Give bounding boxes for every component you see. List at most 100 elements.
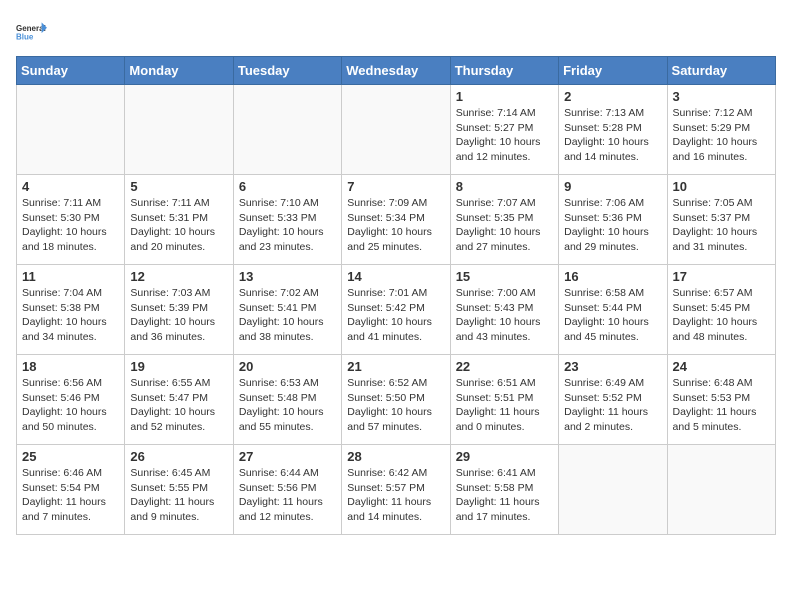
day-detail: Sunrise: 7:11 AM Sunset: 5:30 PM Dayligh…: [22, 196, 119, 255]
day-number: 25: [22, 449, 119, 464]
calendar-cell: 20 Sunrise: 6:53 AM Sunset: 5:48 PM Dayli…: [233, 355, 341, 445]
calendar-cell: 24 Sunrise: 6:48 AM Sunset: 5:53 PM Dayli…: [667, 355, 775, 445]
calendar-cell: [17, 85, 125, 175]
calendar-week-row: 1Sunrise: 7:14 AM Sunset: 5:27 PM Daylig…: [17, 85, 776, 175]
calendar-cell: 1Sunrise: 7:14 AM Sunset: 5:27 PM Daylig…: [450, 85, 558, 175]
day-number: 16: [564, 269, 661, 284]
calendar-week-row: 25 Sunrise: 6:46 AM Sunset: 5:54 PM Dayli…: [17, 445, 776, 535]
day-detail: Sunrise: 7:10 AM Sunset: 5:33 PM Dayligh…: [239, 196, 336, 255]
svg-text:General: General: [16, 24, 46, 33]
weekday-header: Thursday: [450, 57, 558, 85]
calendar-cell: 19 Sunrise: 6:55 AM Sunset: 5:47 PM Dayli…: [125, 355, 233, 445]
day-number: 24: [673, 359, 770, 374]
day-detail: Sunrise: 7:09 AM Sunset: 5:34 PM Dayligh…: [347, 196, 444, 255]
day-detail: Sunrise: 6:41 AM Sunset: 5:58 PM Dayligh…: [456, 466, 553, 525]
calendar-cell: 18Sunrise: 6:56 AM Sunset: 5:46 PM Dayli…: [17, 355, 125, 445]
day-detail: Sunrise: 7:11 AM Sunset: 5:31 PM Dayligh…: [130, 196, 227, 255]
weekday-header: Monday: [125, 57, 233, 85]
calendar-cell: 15 Sunrise: 7:00 AM Sunset: 5:43 PM Dayli…: [450, 265, 558, 355]
calendar-cell: 3 Sunrise: 7:12 AM Sunset: 5:29 PM Daylig…: [667, 85, 775, 175]
day-detail: Sunrise: 7:03 AM Sunset: 5:39 PM Dayligh…: [130, 286, 227, 345]
day-number: 28: [347, 449, 444, 464]
calendar-cell: 21 Sunrise: 6:52 AM Sunset: 5:50 PM Dayli…: [342, 355, 450, 445]
day-number: 17: [673, 269, 770, 284]
calendar-cell: 13 Sunrise: 7:02 AM Sunset: 5:41 PM Dayli…: [233, 265, 341, 355]
calendar-week-row: 11 Sunrise: 7:04 AM Sunset: 5:38 PM Dayli…: [17, 265, 776, 355]
day-number: 20: [239, 359, 336, 374]
day-detail: Sunrise: 6:53 AM Sunset: 5:48 PM Dayligh…: [239, 376, 336, 435]
calendar-cell: [233, 85, 341, 175]
logo-icon: GeneralBlue: [16, 16, 48, 48]
day-number: 12: [130, 269, 227, 284]
day-number: 18: [22, 359, 119, 374]
calendar-cell: 9 Sunrise: 7:06 AM Sunset: 5:36 PM Daylig…: [559, 175, 667, 265]
calendar-cell: 25 Sunrise: 6:46 AM Sunset: 5:54 PM Dayli…: [17, 445, 125, 535]
day-number: 11: [22, 269, 119, 284]
day-number: 15: [456, 269, 553, 284]
calendar-cell: 28 Sunrise: 6:42 AM Sunset: 5:57 PM Dayli…: [342, 445, 450, 535]
page-header: GeneralBlue: [16, 16, 776, 48]
day-number: 4: [22, 179, 119, 194]
day-number: 2: [564, 89, 661, 104]
calendar-cell: 17 Sunrise: 6:57 AM Sunset: 5:45 PM Dayli…: [667, 265, 775, 355]
day-detail: Sunrise: 7:06 AM Sunset: 5:36 PM Dayligh…: [564, 196, 661, 255]
calendar-cell: 16 Sunrise: 6:58 AM Sunset: 5:44 PM Dayli…: [559, 265, 667, 355]
calendar-cell: [559, 445, 667, 535]
day-number: 3: [673, 89, 770, 104]
day-detail: Sunrise: 6:49 AM Sunset: 5:52 PM Dayligh…: [564, 376, 661, 435]
day-number: 5: [130, 179, 227, 194]
weekday-header: Wednesday: [342, 57, 450, 85]
day-detail: Sunrise: 6:57 AM Sunset: 5:45 PM Dayligh…: [673, 286, 770, 345]
calendar-cell: 4 Sunrise: 7:11 AM Sunset: 5:30 PM Daylig…: [17, 175, 125, 265]
logo: GeneralBlue: [16, 16, 48, 48]
day-detail: Sunrise: 7:14 AM Sunset: 5:27 PM Dayligh…: [456, 106, 553, 165]
calendar-cell: 14 Sunrise: 7:01 AM Sunset: 5:42 PM Dayli…: [342, 265, 450, 355]
day-detail: Sunrise: 6:52 AM Sunset: 5:50 PM Dayligh…: [347, 376, 444, 435]
calendar-cell: [667, 445, 775, 535]
calendar-cell: 12 Sunrise: 7:03 AM Sunset: 5:39 PM Dayli…: [125, 265, 233, 355]
day-number: 9: [564, 179, 661, 194]
weekday-header: Sunday: [17, 57, 125, 85]
day-detail: Sunrise: 6:46 AM Sunset: 5:54 PM Dayligh…: [22, 466, 119, 525]
day-number: 8: [456, 179, 553, 194]
calendar-cell: [342, 85, 450, 175]
calendar-cell: 8Sunrise: 7:07 AM Sunset: 5:35 PM Daylig…: [450, 175, 558, 265]
day-detail: Sunrise: 6:45 AM Sunset: 5:55 PM Dayligh…: [130, 466, 227, 525]
day-number: 27: [239, 449, 336, 464]
calendar-cell: 5 Sunrise: 7:11 AM Sunset: 5:31 PM Daylig…: [125, 175, 233, 265]
calendar-week-row: 4 Sunrise: 7:11 AM Sunset: 5:30 PM Daylig…: [17, 175, 776, 265]
day-number: 6: [239, 179, 336, 194]
day-detail: Sunrise: 6:51 AM Sunset: 5:51 PM Dayligh…: [456, 376, 553, 435]
calendar-table: SundayMondayTuesdayWednesdayThursdayFrid…: [16, 56, 776, 535]
calendar-cell: 22 Sunrise: 6:51 AM Sunset: 5:51 PM Dayli…: [450, 355, 558, 445]
svg-text:Blue: Blue: [16, 32, 34, 41]
weekday-header: Tuesday: [233, 57, 341, 85]
day-number: 13: [239, 269, 336, 284]
weekday-header: Saturday: [667, 57, 775, 85]
calendar-cell: 10Sunrise: 7:05 AM Sunset: 5:37 PM Dayli…: [667, 175, 775, 265]
day-detail: Sunrise: 7:12 AM Sunset: 5:29 PM Dayligh…: [673, 106, 770, 165]
day-detail: Sunrise: 6:58 AM Sunset: 5:44 PM Dayligh…: [564, 286, 661, 345]
calendar-cell: 7Sunrise: 7:09 AM Sunset: 5:34 PM Daylig…: [342, 175, 450, 265]
day-number: 10: [673, 179, 770, 194]
day-number: 19: [130, 359, 227, 374]
calendar-cell: 11 Sunrise: 7:04 AM Sunset: 5:38 PM Dayli…: [17, 265, 125, 355]
calendar-cell: 6 Sunrise: 7:10 AM Sunset: 5:33 PM Daylig…: [233, 175, 341, 265]
day-number: 23: [564, 359, 661, 374]
day-number: 22: [456, 359, 553, 374]
day-detail: Sunrise: 6:42 AM Sunset: 5:57 PM Dayligh…: [347, 466, 444, 525]
day-detail: Sunrise: 6:48 AM Sunset: 5:53 PM Dayligh…: [673, 376, 770, 435]
day-detail: Sunrise: 6:55 AM Sunset: 5:47 PM Dayligh…: [130, 376, 227, 435]
day-number: 14: [347, 269, 444, 284]
day-detail: Sunrise: 7:04 AM Sunset: 5:38 PM Dayligh…: [22, 286, 119, 345]
calendar-cell: [125, 85, 233, 175]
day-detail: Sunrise: 7:13 AM Sunset: 5:28 PM Dayligh…: [564, 106, 661, 165]
weekday-header: Friday: [559, 57, 667, 85]
day-detail: Sunrise: 7:01 AM Sunset: 5:42 PM Dayligh…: [347, 286, 444, 345]
day-number: 29: [456, 449, 553, 464]
day-detail: Sunrise: 7:02 AM Sunset: 5:41 PM Dayligh…: [239, 286, 336, 345]
day-detail: Sunrise: 7:00 AM Sunset: 5:43 PM Dayligh…: [456, 286, 553, 345]
day-number: 21: [347, 359, 444, 374]
calendar-header-row: SundayMondayTuesdayWednesdayThursdayFrid…: [17, 57, 776, 85]
calendar-cell: 26Sunrise: 6:45 AM Sunset: 5:55 PM Dayli…: [125, 445, 233, 535]
